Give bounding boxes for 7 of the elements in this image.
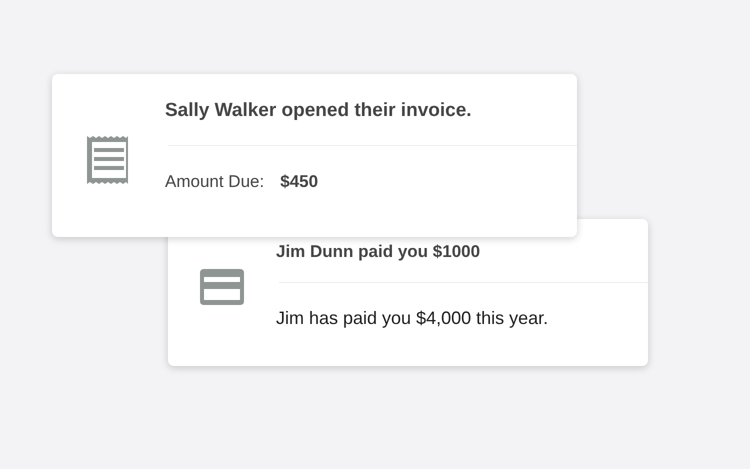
credit-card-icon — [200, 268, 244, 304]
notification-title: Jim Dunn paid you $1000 — [276, 241, 482, 263]
notification-title: Sally Walker opened their invoice. — [165, 99, 473, 123]
amount-label: Amount Due: — [165, 172, 264, 192]
receipt-icon — [86, 136, 130, 184]
notification-text: Jim has paid you $4,000 this year. — [276, 308, 550, 329]
amount-value: $450 — [280, 172, 318, 192]
